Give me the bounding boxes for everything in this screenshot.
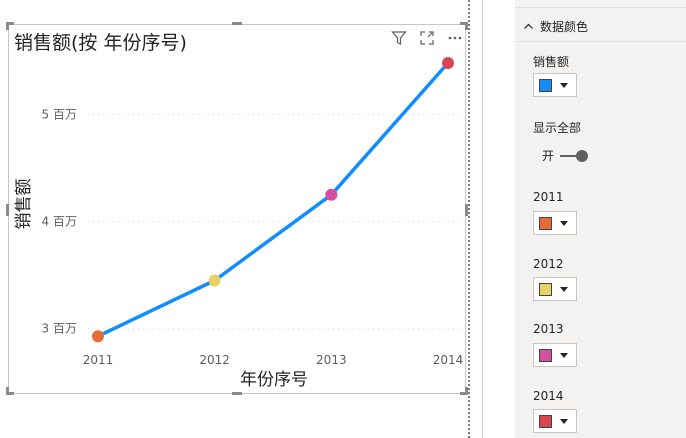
y-axis-ticks: 3 百万 4 百万 5 百万: [42, 107, 77, 335]
section-title: 数据颜色: [540, 20, 589, 34]
toggle-track: [560, 149, 589, 162]
format-pane-top-strip: [515, 0, 686, 8]
x-tick-label: 2013: [316, 353, 347, 367]
show-all-label: 显示全部: [533, 121, 582, 135]
color-item-label-2014: 2014: [533, 389, 564, 403]
caret-down-icon: [560, 352, 568, 358]
color-item-label-2011: 2011: [533, 190, 564, 204]
color-swatch: [539, 414, 552, 428]
app-root: 销售额(按 年份序号) 3 百万 4 百万 5 百万 2011 2012 2013 201…: [0, 0, 686, 438]
y-axis-title: 销售额: [14, 179, 34, 230]
x-tick-label: 2011: [83, 353, 114, 367]
caret-down-icon: [560, 220, 568, 226]
caret-down-icon: [560, 82, 568, 88]
series-points: [92, 57, 454, 343]
color-picker-2011[interactable]: [533, 211, 577, 235]
series-lines: [96, 61, 450, 338]
show-all-toggle[interactable]: 开: [542, 147, 589, 164]
y-tick-label: 4 百万: [42, 215, 77, 229]
x-tick-label: 2014: [433, 353, 464, 367]
color-picker-2014[interactable]: [533, 409, 577, 433]
x-axis-ticks: 2011 2012 2013 2014: [83, 353, 464, 367]
data-point[interactable]: [442, 57, 454, 69]
series-line: [96, 61, 450, 338]
chevron-up-icon: [523, 21, 534, 32]
color-item-label-2012: 2012: [533, 257, 564, 271]
color-swatch: [539, 216, 552, 230]
y-tick-label: 5 百万: [42, 107, 77, 121]
data-colors-section-header[interactable]: 数据颜色: [515, 12, 686, 42]
color-picker-2012[interactable]: [533, 277, 577, 301]
color-item-label-2013: 2013: [533, 322, 564, 336]
canvas-edge: [482, 0, 483, 438]
default-color-label: 销售额: [533, 55, 570, 69]
color-swatch: [539, 78, 552, 92]
data-point[interactable]: [92, 330, 104, 343]
chart-plot-area: 3 百万 4 百万 5 百万 2011 2012 2013 2014 年份序号 销售额: [14, 57, 464, 390]
toggle-state-text: 开: [542, 149, 555, 163]
data-point[interactable]: [208, 274, 221, 287]
caret-down-icon: [560, 418, 568, 424]
color-picker-2013[interactable]: [533, 343, 577, 367]
x-tick-label: 2012: [199, 353, 230, 367]
data-point[interactable]: [325, 188, 338, 201]
default-color-picker[interactable]: [533, 73, 577, 97]
x-axis-title: 年份序号: [240, 370, 308, 390]
color-swatch: [539, 348, 552, 362]
toggle-knob: [576, 149, 589, 162]
caret-down-icon: [560, 286, 568, 292]
color-swatch: [539, 282, 552, 296]
y-tick-label: 3 百万: [42, 322, 77, 336]
gridlines: [88, 113, 462, 330]
